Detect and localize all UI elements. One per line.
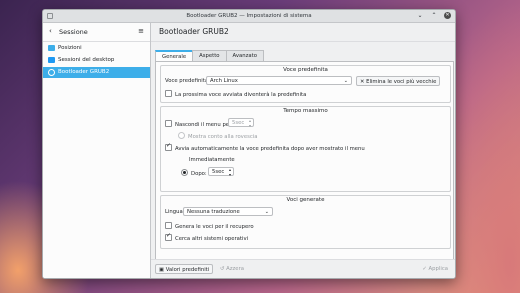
hamburger-menu-icon[interactable]: ≡	[138, 27, 144, 35]
language-value: Nessuna traduzione	[187, 209, 240, 215]
tab-generale[interactable]: Generale	[155, 50, 194, 61]
default-entry-group: Voce predefinita Voce predefinita: Arch …	[160, 65, 451, 103]
footer-bar: ▣ Valori predefiniti ↺ Azzera ✓ Applica	[151, 259, 455, 278]
window-title: Bootloader GRUB2 — Impostazioni di siste…	[186, 13, 312, 19]
autoboot-label: Avvia automaticamente la voce predefinit…	[175, 146, 365, 152]
hide-menu-value: 5sec	[232, 120, 245, 126]
sidebar-header: ‹ Sessione ≡	[43, 23, 150, 42]
titlebar[interactable]: Bootloader GRUB2 — Impostazioni di siste…	[43, 10, 455, 23]
defaults-label: Valori predefiniti	[165, 267, 210, 273]
defaults-button[interactable]: ▣ Valori predefiniti	[155, 264, 214, 274]
maximize-icon[interactable]: ⌃	[430, 12, 438, 20]
tab-bar: Generale Aspetto Avanzato	[155, 50, 264, 61]
sidebar-item-sessioni[interactable]: Sessioni del desktop	[43, 55, 150, 66]
spin-arrows-icon: ▴ ▾	[248, 118, 251, 128]
hide-menu-spinbox[interactable]: 5sec ▴ ▾	[228, 118, 254, 128]
desktop-session-icon	[48, 57, 55, 63]
sidebar-item-label: Posizioni	[58, 45, 82, 51]
window-controls: ⌄ ⌃ ✕	[416, 12, 451, 20]
next-boot-default-checkbox[interactable]: La prossima voce avviata diventerà la pr…	[165, 90, 306, 98]
after-label: Dopo:	[191, 171, 207, 177]
power-icon	[48, 69, 55, 76]
next-boot-default-label: La prossima voce avviata diventerà la pr…	[175, 92, 307, 98]
main-content: Bootloader GRUB2 Generale Aspetto Avanza…	[151, 23, 455, 278]
chevron-down-icon: ⌄	[264, 209, 269, 215]
back-arrow-icon[interactable]: ‹	[49, 27, 52, 35]
sidebar-item-label: Bootloader GRUB2	[58, 69, 110, 75]
settings-window: Bootloader GRUB2 — Impostazioni di siste…	[42, 9, 456, 279]
default-entry-select[interactable]: Arch Linux ⌄	[206, 76, 352, 85]
tab-avanzato[interactable]: Avanzato	[225, 50, 264, 61]
tab-aspetto[interactable]: Aspetto	[192, 50, 227, 61]
group-title: Voce predefinita	[283, 67, 328, 73]
os-prober-label: Cerca altri sistemi operativi	[175, 236, 249, 242]
recovery-entries-checkbox[interactable]: Genera le voci per il recupero	[165, 222, 254, 230]
sidebar-item-label: Sessioni del desktop	[58, 57, 115, 63]
checkbox-box	[165, 120, 172, 127]
chevron-down-icon: ⌄	[343, 78, 348, 84]
default-entry-value: Arch Linux	[210, 78, 238, 84]
radio-dot	[181, 169, 188, 176]
checkbox-box	[165, 142, 172, 151]
remove-old-entries-label: Elimina le voci più vecchie	[366, 79, 437, 85]
checkbox-box	[178, 132, 185, 139]
after-radio[interactable]: Dopo:	[181, 169, 207, 177]
after-spinbox[interactable]: 5sec ▴ ▾	[208, 167, 234, 177]
reset-button[interactable]: ↺ Azzera	[217, 264, 247, 274]
hide-menu-label: Nascondi il menu per:	[175, 122, 233, 128]
recovery-entries-label: Genera le voci per il recupero	[175, 224, 254, 230]
after-value: 5sec	[212, 169, 225, 175]
main-header: Bootloader GRUB2	[151, 23, 455, 42]
minimize-icon[interactable]: ⌄	[416, 12, 424, 20]
language-label: Lingua:	[165, 209, 185, 215]
timeout-group: Tempo massimo Nascondi il menu per: 5sec…	[160, 106, 451, 192]
autoboot-checkbox[interactable]: Avvia automaticamente la voce predefinit…	[165, 142, 365, 152]
immediately-label: Immediatamente	[189, 157, 235, 163]
os-prober-checkbox[interactable]: Cerca altri sistemi operativi	[165, 232, 249, 242]
checkbox-box	[165, 90, 172, 97]
sidebar-item-bootloader[interactable]: Bootloader GRUB2	[43, 67, 150, 78]
sidebar-item-posizioni[interactable]: Posizioni	[43, 43, 150, 54]
group-title: Tempo massimo	[283, 108, 328, 114]
hide-menu-checkbox[interactable]: Nascondi il menu per:	[165, 120, 233, 128]
reset-label: Azzera	[226, 266, 244, 272]
default-entry-label: Voce predefinita:	[165, 78, 210, 84]
checkbox-box	[165, 232, 172, 241]
spin-arrows-icon: ▴ ▾	[228, 167, 231, 177]
sidebar: ‹ Sessione ≡ Posizioni Sessioni del desk…	[43, 23, 151, 278]
general-panel: Voce predefinita Voce predefinita: Arch …	[155, 61, 454, 273]
immediately-radio[interactable]: Immediatamente	[189, 157, 235, 163]
app-icon[interactable]	[47, 13, 53, 19]
generated-entries-group: Voci generate Lingua: Nessuna traduzione…	[160, 195, 451, 249]
group-title: Voci generate	[286, 197, 325, 203]
show-countdown-label: Mostra conto alla rovescia	[188, 134, 258, 140]
remove-old-entries-button[interactable]: ✕ Elimina le voci più vecchie	[356, 76, 441, 86]
sidebar-title: Sessione	[59, 28, 88, 36]
page-title: Bootloader GRUB2	[159, 27, 229, 36]
apply-label: Applica	[428, 266, 448, 272]
checkbox-box	[165, 222, 172, 229]
close-icon[interactable]: ✕	[444, 12, 451, 19]
show-countdown-checkbox[interactable]: Mostra conto alla rovescia	[178, 132, 257, 140]
language-select[interactable]: Nessuna traduzione ⌄	[183, 207, 273, 216]
folder-icon	[48, 45, 55, 51]
defaults-icon: ▣	[159, 267, 166, 273]
apply-button[interactable]: ✓ Applica	[419, 264, 451, 274]
